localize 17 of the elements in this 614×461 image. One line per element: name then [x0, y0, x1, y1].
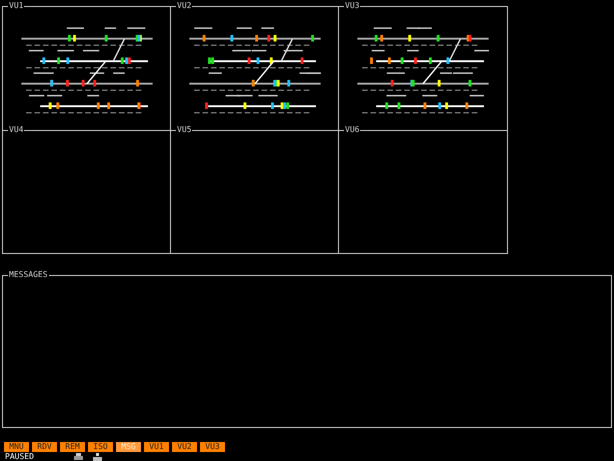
tray-icon — [92, 452, 102, 460]
toolbar-button[interactable]: VU3 — [200, 442, 225, 452]
view-title: VU2 — [176, 1, 192, 11]
view-title: VU6 — [344, 124, 360, 135]
view-title: VU5 — [176, 124, 192, 135]
toolbar-button[interactable]: VU1 — [144, 442, 169, 452]
toolbar-button[interactable]: RDV — [32, 442, 57, 452]
toolbar-button[interactable]: VU2 — [172, 442, 197, 452]
printer-icon — [74, 452, 83, 460]
status-text: PAUSED — [5, 452, 34, 461]
messages-title: MESSAGES — [8, 270, 49, 280]
view-title: VU4 — [8, 124, 24, 135]
toolbar-button[interactable]: REM — [60, 442, 85, 452]
view-title: VU1 — [8, 1, 24, 11]
view-title: VU3 — [344, 1, 360, 11]
toolbar-button[interactable]: MNU — [4, 442, 29, 452]
toolbar-button[interactable]: ISO — [88, 442, 113, 452]
